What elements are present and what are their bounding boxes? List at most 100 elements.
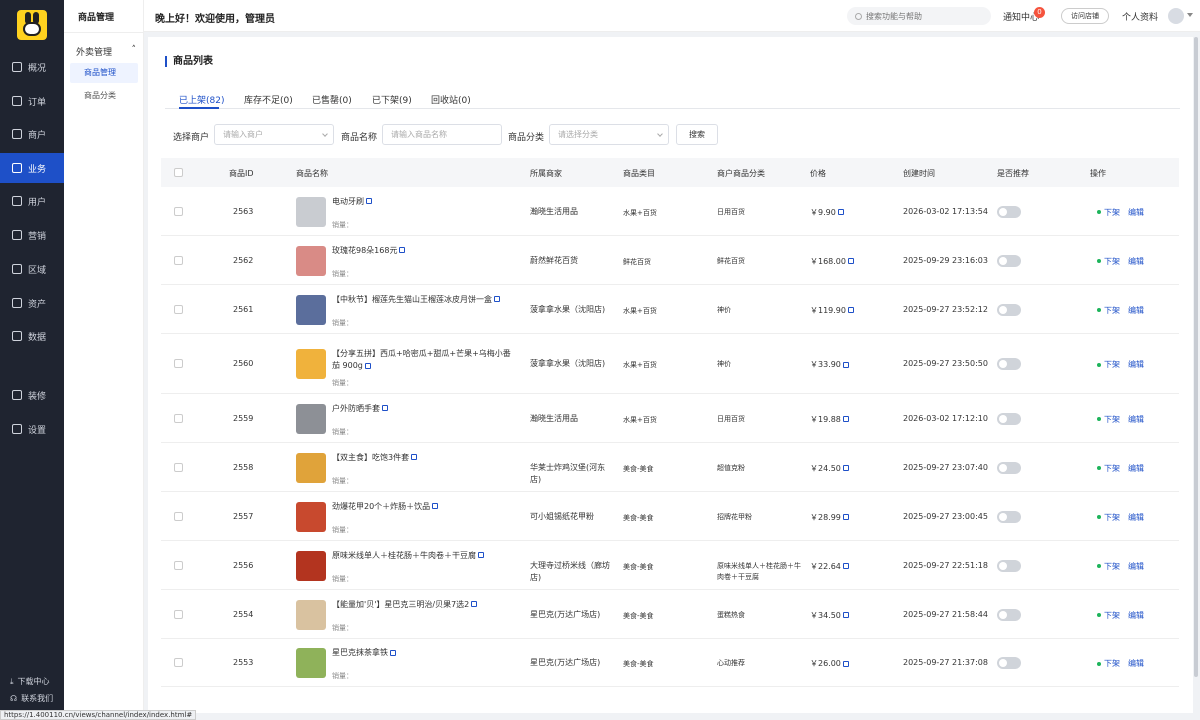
nav-item-7[interactable]: 资产 <box>0 288 64 318</box>
nav-item-0[interactable]: 概况 <box>0 52 64 82</box>
product-thumbnail[interactable] <box>296 599 326 630</box>
edit-icon[interactable] <box>842 361 849 368</box>
off-shelf-button[interactable]: 下架 <box>1097 463 1120 474</box>
global-search-input[interactable] <box>866 11 984 21</box>
recommend-toggle[interactable] <box>997 254 1021 267</box>
tab-low-stock[interactable]: 库存不足(0) <box>244 93 293 106</box>
row-checkbox[interactable] <box>174 255 183 265</box>
price[interactable]: ￥168.00 <box>810 256 854 267</box>
recommend-toggle[interactable] <box>997 358 1021 370</box>
edit-icon[interactable] <box>399 247 406 253</box>
product-thumbnail[interactable] <box>296 403 326 434</box>
price[interactable]: ￥28.99 <box>810 512 849 523</box>
nav-item-8[interactable]: 数据 <box>0 321 64 351</box>
edit-icon[interactable] <box>478 552 484 558</box>
recommend-toggle[interactable] <box>997 657 1021 669</box>
category-select[interactable]: 请选择分类 <box>549 124 669 145</box>
row-checkbox[interactable] <box>174 304 183 314</box>
edit-icon[interactable] <box>842 660 849 667</box>
edit-icon[interactable] <box>848 258 854 264</box>
edit-icon[interactable] <box>842 465 849 471</box>
row-checkbox[interactable] <box>174 359 183 368</box>
edit-button[interactable]: 编辑 <box>1128 561 1144 572</box>
recommend-toggle[interactable] <box>997 205 1021 218</box>
tab-sold-out[interactable]: 已售罄(0) <box>312 93 352 106</box>
avatar[interactable] <box>1168 8 1184 24</box>
select-all-checkbox[interactable] <box>174 168 183 177</box>
nav-item-6[interactable]: 区域 <box>0 254 64 284</box>
price[interactable]: ￥9.90 <box>810 207 844 218</box>
edit-button[interactable]: 编辑 <box>1128 256 1144 267</box>
edit-icon[interactable] <box>842 563 849 569</box>
product-thumbnail[interactable] <box>296 452 326 483</box>
nav-item-1[interactable]: 订单 <box>0 86 64 116</box>
product-thumbnail[interactable] <box>296 349 326 379</box>
edit-icon[interactable] <box>390 649 396 656</box>
row-checkbox[interactable] <box>174 413 183 423</box>
edit-button[interactable]: 编辑 <box>1128 359 1144 370</box>
product-name[interactable]: 【双主食】吃饱3件套 <box>332 452 512 464</box>
price[interactable]: ￥19.88 <box>810 414 849 425</box>
edit-icon[interactable] <box>842 416 849 422</box>
edit-button[interactable]: 编辑 <box>1128 207 1144 218</box>
edit-button[interactable]: 编辑 <box>1128 610 1144 621</box>
product-name[interactable]: 户外防晒手套 <box>332 403 512 415</box>
global-search[interactable] <box>847 7 991 25</box>
edit-button[interactable]: 编辑 <box>1128 512 1144 523</box>
price[interactable]: ￥34.50 <box>810 610 849 621</box>
chevron-down-icon[interactable] <box>1187 13 1193 17</box>
app-logo[interactable] <box>17 10 47 40</box>
product-thumbnail[interactable] <box>296 245 326 276</box>
edit-icon[interactable] <box>432 503 439 509</box>
product-thumbnail[interactable] <box>296 550 326 581</box>
product-thumbnail[interactable] <box>296 501 326 532</box>
edit-icon[interactable] <box>837 209 844 215</box>
product-name[interactable]: 【中秋节】榴莲先生猫山王榴莲冰皮月饼一盒 <box>332 294 512 306</box>
off-shelf-button[interactable]: 下架 <box>1097 610 1120 621</box>
price[interactable]: ￥119.90 <box>810 305 854 316</box>
subnav-group-takeout[interactable]: 外卖管理 ˄ <box>76 45 136 58</box>
recommend-toggle[interactable] <box>997 559 1021 572</box>
edit-icon[interactable] <box>366 198 372 204</box>
edit-icon[interactable] <box>848 307 854 313</box>
row-checkbox[interactable] <box>174 658 183 667</box>
profile-link[interactable]: 个人资料 <box>1122 10 1158 23</box>
edit-icon[interactable] <box>494 296 500 302</box>
recommend-toggle[interactable] <box>997 461 1021 474</box>
tab-recycle-bin[interactable]: 回收站(0) <box>431 93 471 106</box>
price[interactable]: ￥24.50 <box>810 463 849 474</box>
product-name[interactable]: 劲爆花甲20个＋炸肠＋饮品 <box>332 501 512 513</box>
recommend-toggle[interactable] <box>997 303 1021 316</box>
product-name[interactable]: 星巴克抹茶拿铁 <box>332 647 512 659</box>
scrollbar[interactable] <box>1194 37 1198 677</box>
row-checkbox[interactable] <box>174 560 183 570</box>
off-shelf-button[interactable]: 下架 <box>1097 512 1120 523</box>
download-center-link[interactable]: ⤓ 下载中心 <box>0 676 64 687</box>
off-shelf-button[interactable]: 下架 <box>1097 305 1120 316</box>
product-name[interactable]: 【分享五拼】西瓜+哈密瓜+甜瓜+芒果+乌梅小番茄 900g <box>332 348 512 372</box>
off-shelf-button[interactable]: 下架 <box>1097 414 1120 425</box>
product-thumbnail[interactable] <box>296 648 326 678</box>
product-name-input[interactable]: 请输入商品名称 <box>382 124 502 145</box>
edit-icon[interactable] <box>842 612 849 618</box>
product-name[interactable]: 玫瑰花98朵168元 <box>332 245 512 257</box>
product-name[interactable]: 原味米线单人＋桂花肠＋牛肉卷＋干豆腐 <box>332 550 512 562</box>
price[interactable]: ￥22.64 <box>810 561 849 572</box>
nav-item-5[interactable]: 营销 <box>0 220 64 250</box>
product-thumbnail[interactable] <box>296 196 326 227</box>
row-checkbox[interactable] <box>174 511 183 521</box>
off-shelf-button[interactable]: 下架 <box>1097 207 1120 218</box>
merchant-select[interactable]: 请输入商户 <box>214 124 334 145</box>
edit-button[interactable]: 编辑 <box>1128 463 1144 474</box>
row-checkbox[interactable] <box>174 609 183 619</box>
off-shelf-button[interactable]: 下架 <box>1097 561 1120 572</box>
recommend-toggle[interactable] <box>997 608 1021 621</box>
subnav-item-product-manage[interactable]: 商品管理 <box>70 63 138 83</box>
edit-button[interactable]: 编辑 <box>1128 658 1144 669</box>
edit-icon[interactable] <box>364 362 371 369</box>
subnav-item-product-category[interactable]: 商品分类 <box>70 86 138 106</box>
edit-button[interactable]: 编辑 <box>1128 414 1144 425</box>
price[interactable]: ￥26.00 <box>810 658 849 669</box>
product-name[interactable]: 电动牙刷 <box>332 196 512 208</box>
tab-on-shelf[interactable]: 已上架(82) <box>179 93 224 106</box>
